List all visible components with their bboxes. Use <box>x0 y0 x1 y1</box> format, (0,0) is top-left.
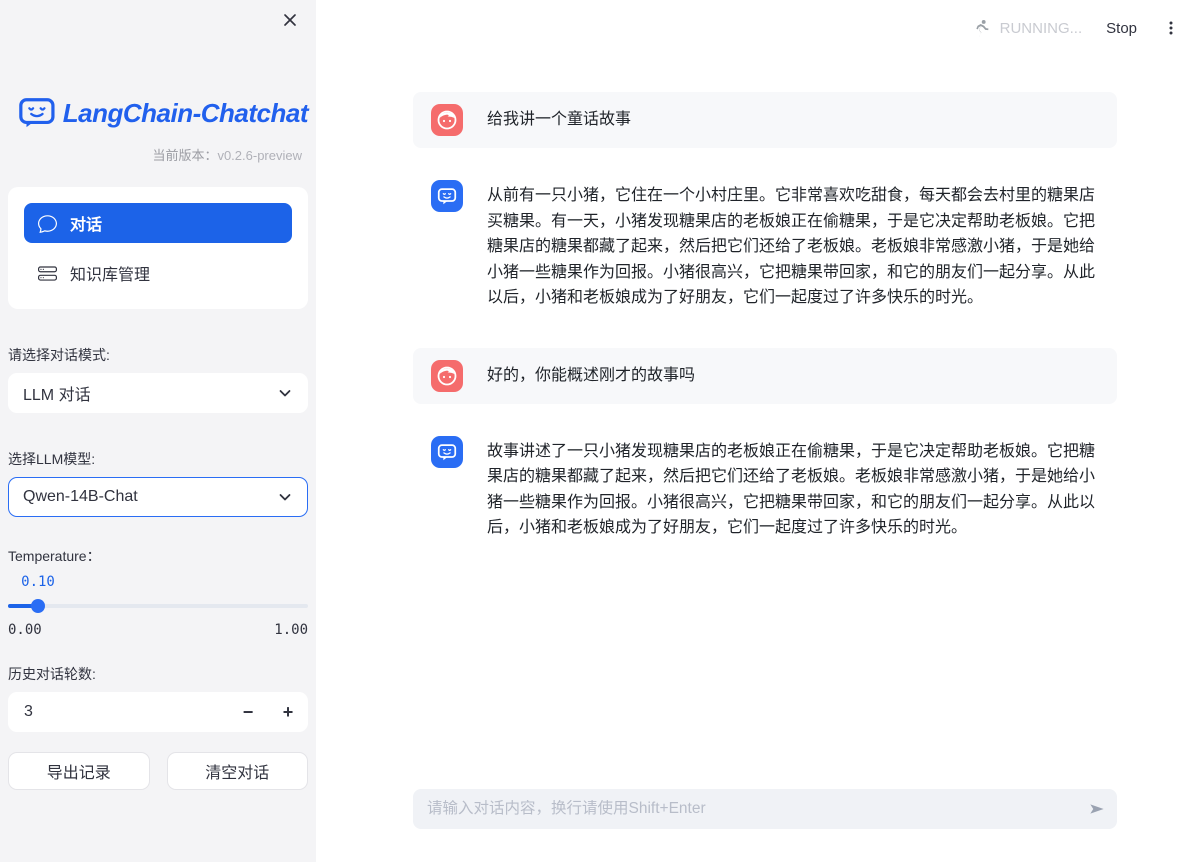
increment-button[interactable]: + <box>268 692 308 732</box>
app-header: RUNNING... Stop <box>316 0 1199 56</box>
message-text: 给我讲一个童话故事 <box>487 107 649 133</box>
sidebar-close-button[interactable] <box>276 6 304 34</box>
temperature-slider[interactable] <box>8 598 308 614</box>
chevron-down-icon <box>277 489 293 505</box>
kebab-menu-icon <box>1163 20 1179 36</box>
assistant-chatbot-icon <box>436 441 458 463</box>
run-status: RUNNING... <box>971 18 1083 39</box>
message-text: 故事讲述了一只小猪发现糖果店的老板娘正在偷糖果，于是它决定帮助老板娘。它把糖果店… <box>487 439 1117 541</box>
app-title: LangChain-Chatchat <box>63 98 308 129</box>
close-icon <box>281 11 299 29</box>
chat-input-bar <box>413 789 1117 829</box>
decrement-button[interactable]: − <box>228 692 268 732</box>
sidebar-item-knowledge-base[interactable]: 知识库管理 <box>24 253 292 293</box>
history-rounds-stepper: 3 − + <box>8 692 308 732</box>
version-info: 当前版本：v0.2.6-preview <box>8 145 308 164</box>
chat-icon <box>38 214 57 233</box>
sidebar: LangChain-Chatchat 当前版本：v0.2.6-preview 对… <box>0 0 316 862</box>
version-label: 当前版本： <box>152 148 217 163</box>
user-face-icon <box>435 108 459 132</box>
dialog-mode-value: LLM 对话 <box>23 381 91 405</box>
history-rounds-label: 历史对话轮数: <box>8 664 308 684</box>
dialog-mode-select[interactable]: LLM 对话 <box>8 373 308 413</box>
dialog-mode-label: 请选择对话模式: <box>8 345 308 365</box>
running-man-icon <box>971 18 992 39</box>
llm-model-value: Qwen-14B-Chat <box>23 488 138 506</box>
app-logo: LangChain-Chatchat <box>18 95 308 131</box>
knowledge-base-icon <box>38 264 57 283</box>
user-face-icon <box>435 364 459 388</box>
assistant-message: 从前有一只小猪，它住在一个小村庄里。它非常喜欢吃甜食，每天都会去村里的糖果店买糖… <box>413 180 1117 311</box>
temperature-label: Temperature： <box>8 546 308 566</box>
assistant-message: 故事讲述了一只小猪发现糖果店的老板娘正在偷糖果，于是它决定帮助老板娘。它把糖果店… <box>413 436 1117 541</box>
slider-max-label: 1.00 <box>274 622 308 638</box>
user-message: 给我讲一个童话故事 <box>413 92 1117 148</box>
send-button[interactable] <box>1077 789 1117 829</box>
assistant-avatar <box>431 180 463 212</box>
assistant-chatbot-icon <box>436 185 458 207</box>
version-value: v0.2.6-preview <box>217 148 302 163</box>
chat-input[interactable] <box>413 800 1077 818</box>
user-message: 好的，你能概述刚才的故事吗 <box>413 348 1117 404</box>
sidebar-item-dialogue[interactable]: 对话 <box>24 203 292 243</box>
chat-area: 给我讲一个童话故事 从前有一只小猪，它住在一个小村庄里。它非常喜欢吃甜食，每天都… <box>316 56 1199 862</box>
llm-model-label: 选择LLM模型: <box>8 449 308 469</box>
message-text: 从前有一只小猪，它住在一个小村庄里。它非常喜欢吃甜食，每天都会去村里的糖果店买糖… <box>487 183 1117 311</box>
user-avatar <box>431 104 463 136</box>
history-rounds-value[interactable]: 3 <box>24 703 228 721</box>
slider-track <box>8 604 308 608</box>
llm-model-select[interactable]: Qwen-14B-Chat <box>8 477 308 517</box>
message-text: 好的，你能概述刚才的故事吗 <box>487 363 713 389</box>
send-icon <box>1087 799 1107 819</box>
clear-dialog-button[interactable]: 清空对话 <box>167 752 309 790</box>
chevron-down-icon <box>277 385 293 401</box>
sidebar-item-label: 知识库管理 <box>70 261 150 285</box>
stop-button[interactable]: Stop <box>1106 20 1137 37</box>
nav-menu: 对话 知识库管理 <box>8 187 308 309</box>
chat-bubble-logo-icon <box>18 95 56 131</box>
slider-range-labels: 0.00 1.00 <box>8 622 308 638</box>
slider-thumb[interactable] <box>31 599 45 613</box>
user-avatar <box>431 360 463 392</box>
status-text: RUNNING... <box>1000 20 1083 37</box>
temperature-value: 0.10 <box>8 574 308 592</box>
export-history-button[interactable]: 导出记录 <box>8 752 150 790</box>
main-menu-button[interactable] <box>1159 16 1183 40</box>
assistant-avatar <box>431 436 463 468</box>
sidebar-item-label: 对话 <box>70 211 102 235</box>
slider-min-label: 0.00 <box>8 622 42 638</box>
